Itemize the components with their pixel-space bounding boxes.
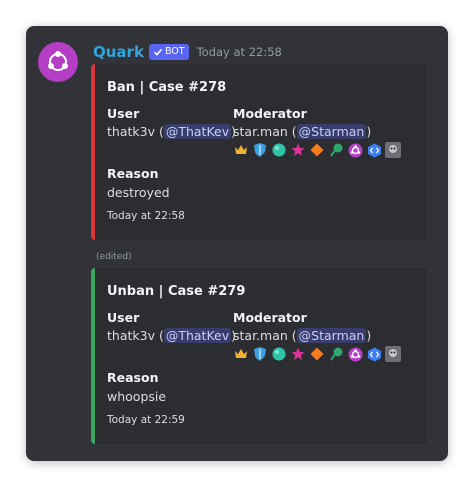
reason-field-label: Reason — [107, 166, 159, 181]
moderator-field-value: star.man (@Starman) — [233, 124, 372, 139]
crown-icon[interactable] — [233, 346, 249, 362]
moderator-field-label: Moderator — [233, 310, 307, 325]
edited-label: (edited) — [96, 252, 132, 262]
diamond-icon[interactable] — [309, 346, 325, 362]
embed-footer-timestamp: Today at 22:58 — [107, 210, 185, 222]
message-header: Quark BOT Today at 22:58 — [93, 42, 282, 62]
embed-footer-timestamp: Today at 22:59 — [107, 414, 185, 426]
dev-icon[interactable] — [366, 346, 382, 362]
crown-icon[interactable] — [233, 142, 249, 158]
moderator-badges — [233, 142, 401, 158]
embed-ban: Ban | Case #278 User thatk3v (@ThatKev) … — [91, 64, 427, 240]
embed-title: Unban | Case #279 — [107, 284, 246, 299]
author-name[interactable]: Quark — [93, 43, 144, 61]
nitro-icon[interactable] — [347, 346, 363, 362]
bot-badge: BOT — [148, 44, 189, 60]
user-field-value: thatk3v (@ThatKev) — [107, 328, 237, 343]
star-icon[interactable] — [290, 346, 306, 362]
shield-icon[interactable] — [252, 346, 268, 362]
quest-icon[interactable] — [328, 346, 344, 362]
message-timestamp[interactable]: Today at 22:58 — [197, 45, 282, 59]
diamond-icon[interactable] — [309, 142, 325, 158]
user-field-label: User — [107, 106, 140, 121]
moderator-field-label: Moderator — [233, 106, 307, 121]
embed-title: Ban | Case #278 — [107, 80, 227, 95]
user-mention[interactable]: @ThatKev — [163, 328, 232, 343]
user-name: thatk3v — [107, 328, 155, 343]
orb-icon[interactable] — [271, 142, 287, 158]
user-field-value: thatk3v (@ThatKev) — [107, 124, 237, 139]
moderator-mention[interactable]: @Starman — [296, 124, 367, 139]
embed-unban: Unban | Case #279 User thatk3v (@ThatKev… — [91, 268, 427, 444]
star-icon[interactable] — [290, 142, 306, 158]
nitro-icon[interactable] — [347, 142, 363, 158]
orb-icon[interactable] — [271, 346, 287, 362]
moderator-mention[interactable]: @Starman — [296, 328, 367, 343]
bot-avatar[interactable] — [38, 42, 78, 82]
avatar-icon[interactable] — [385, 142, 401, 158]
user-mention[interactable]: @ThatKev — [163, 124, 232, 139]
reason-field-value: whoopsie — [107, 389, 167, 404]
moderator-name: star.man — [233, 328, 288, 343]
user-field-label: User — [107, 310, 140, 325]
user-name: thatk3v — [107, 124, 155, 139]
reason-field-value: destroyed — [107, 185, 170, 200]
reason-field-label: Reason — [107, 370, 159, 385]
bot-badge-label: BOT — [164, 46, 185, 57]
quest-icon[interactable] — [328, 142, 344, 158]
moderator-name: star.man — [233, 124, 288, 139]
quark-logo-icon — [48, 51, 68, 71]
moderator-field-value: star.man (@Starman) — [233, 328, 372, 343]
moderator-badges — [233, 346, 401, 362]
shield-icon[interactable] — [252, 142, 268, 158]
embed-accent-bar — [91, 268, 95, 444]
embed-accent-bar — [91, 64, 95, 240]
avatar-icon[interactable] — [385, 346, 401, 362]
dev-icon[interactable] — [366, 142, 382, 158]
checkmark-icon — [153, 48, 163, 56]
